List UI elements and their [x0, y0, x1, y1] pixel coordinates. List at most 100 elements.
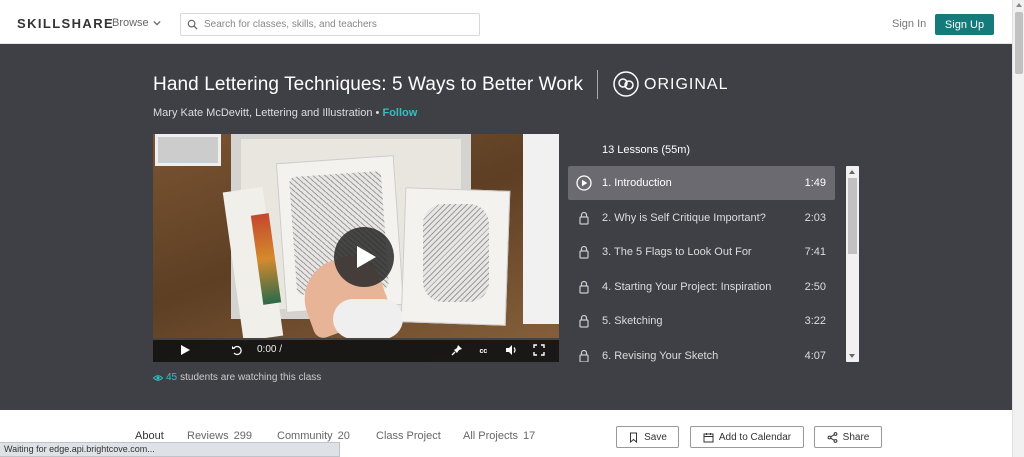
lesson-title: 4. Starting Your Project: Inspiration [602, 280, 772, 293]
scroll-down-arrow-icon[interactable] [849, 354, 855, 358]
lesson-item[interactable]: 3. The 5 Flags to Look Out For 7:41 [568, 235, 835, 269]
lesson-list-scrollbar[interactable] [846, 166, 859, 362]
video-thumbnail-detail [333, 299, 403, 339]
tab-count: 299 [233, 430, 252, 442]
browse-label: Browse [112, 17, 149, 29]
browser-status-bar: Waiting for edge.api.brightcove.com... [0, 442, 340, 457]
tab-all-projects[interactable]: All Projects 17 [463, 430, 535, 442]
lesson-duration: 7:41 [804, 246, 826, 258]
author-separator: • [375, 107, 380, 119]
lock-icon [579, 211, 589, 225]
scroll-up-arrow-icon[interactable] [849, 170, 855, 174]
rewind-icon [232, 345, 242, 356]
lesson-item[interactable]: 6. Revising Your Sketch 4:07 [568, 339, 835, 362]
lock-icon [579, 349, 589, 362]
page-scrollbar[interactable] [1012, 0, 1024, 457]
follow-link[interactable]: Follow [382, 107, 417, 119]
scroll-up-arrow-icon[interactable] [1016, 3, 1022, 7]
captions-icon: cc [480, 348, 488, 355]
eye-icon [153, 374, 163, 381]
lesson-title: 5. Sketching [602, 315, 663, 327]
tab-reviews[interactable]: Reviews 299 [187, 430, 252, 442]
watching-count: 45 [166, 372, 178, 383]
fullscreen-button[interactable] [531, 342, 547, 358]
play-circle-icon [576, 175, 592, 191]
skillshare-logo[interactable]: SKILLSHARE [17, 16, 114, 31]
chevron-down-icon [153, 20, 161, 26]
lock-icon [579, 280, 589, 294]
play-icon [181, 345, 190, 355]
lesson-title: 1. Introduction [602, 177, 672, 189]
calendar-label: Add to Calendar [718, 431, 792, 443]
tab-class-project[interactable]: Class Project [376, 430, 441, 442]
tab-label: Class Project [376, 430, 441, 442]
pin-button[interactable] [449, 342, 465, 358]
lesson-duration: 2:03 [804, 211, 826, 224]
share-label: Share [842, 431, 870, 443]
lesson-item[interactable]: 1. Introduction 1:49 [568, 166, 835, 200]
svg-text:cc: cc [480, 348, 488, 355]
browse-menu[interactable]: Browse [112, 17, 161, 29]
watching-text: students are watching this class [180, 372, 322, 383]
bookmark-icon [630, 432, 638, 443]
sign-up-button[interactable]: Sign Up [935, 14, 994, 35]
search-box [180, 13, 480, 36]
add-to-calendar-button[interactable]: Add to Calendar [690, 426, 804, 448]
video-thumbnail-detail [423, 204, 489, 302]
lock-icon [579, 314, 589, 328]
big-play-button[interactable] [334, 227, 394, 287]
tab-label: Community [277, 430, 333, 442]
tab-community[interactable]: Community 20 [277, 430, 350, 442]
tab-count: 17 [523, 430, 536, 442]
volume-button[interactable] [503, 342, 519, 358]
pin-icon [451, 345, 462, 356]
video-thumbnail-detail [523, 134, 559, 324]
title-divider [597, 70, 598, 99]
lesson-duration: 2:50 [804, 280, 826, 293]
author-line: Mary Kate McDevitt, Lettering and Illust… [153, 107, 417, 119]
video-control-bar: 0:00 / cc [153, 338, 559, 362]
top-nav: SKILLSHARE Browse Sign In Sign Up [0, 0, 1012, 44]
tab-about[interactable]: About [135, 430, 164, 442]
calendar-icon [703, 432, 714, 442]
lesson-title: 2. Why is Self Critique Important? [602, 211, 766, 224]
video-thumbnail-detail [155, 134, 221, 166]
captions-button[interactable]: cc [477, 342, 493, 358]
tab-count: 20 [337, 430, 350, 442]
tab-label: Reviews [187, 430, 229, 442]
share-button[interactable]: Share [814, 426, 882, 448]
video-timecode: 0:00 / [257, 344, 283, 355]
tab-label: About [135, 430, 164, 442]
scroll-thumb[interactable] [1015, 12, 1023, 74]
author-name[interactable]: Mary Kate McDevitt, Lettering and Illust… [153, 107, 372, 119]
original-badge-icon [613, 71, 639, 97]
lesson-item[interactable]: 2. Why is Self Critique Important? 2:03 [568, 201, 835, 235]
lesson-item[interactable]: 4. Starting Your Project: Inspiration 2:… [568, 270, 835, 304]
lesson-scroll-thumb[interactable] [848, 178, 857, 254]
video-progress-bar[interactable] [153, 338, 559, 340]
lesson-item[interactable]: 5. Sketching 3:22 [568, 304, 835, 338]
fullscreen-icon [533, 344, 545, 356]
lesson-title: 3. The 5 Flags to Look Out For [602, 246, 752, 258]
lesson-duration: 1:49 [804, 177, 826, 189]
rewind-button[interactable] [229, 342, 245, 358]
sign-in-link[interactable]: Sign In [892, 18, 926, 30]
lesson-duration: 4:07 [804, 349, 826, 362]
share-icon [827, 431, 838, 443]
save-button[interactable]: Save [616, 426, 679, 448]
play-control-button[interactable] [177, 342, 193, 358]
lesson-list: 1. Introduction 1:49 2. Why is Self Crit… [568, 166, 835, 362]
class-hero: Hand Lettering Techniques: 5 Ways to Bet… [0, 44, 1012, 410]
original-badge-label: ORIGINAL [644, 76, 729, 93]
search-icon [187, 19, 198, 30]
lesson-title: 6. Revising Your Sketch [602, 349, 719, 362]
video-player[interactable]: 0:00 / cc [153, 134, 559, 362]
tab-label: All Projects [463, 430, 519, 442]
lesson-duration: 3:22 [804, 315, 826, 327]
search-input[interactable] [204, 19, 474, 30]
lessons-header: 13 Lessons (55m) [602, 144, 691, 156]
play-icon [357, 246, 376, 268]
volume-icon [506, 345, 516, 355]
class-title: Hand Lettering Techniques: 5 Ways to Bet… [153, 74, 584, 95]
lock-icon [579, 245, 589, 259]
